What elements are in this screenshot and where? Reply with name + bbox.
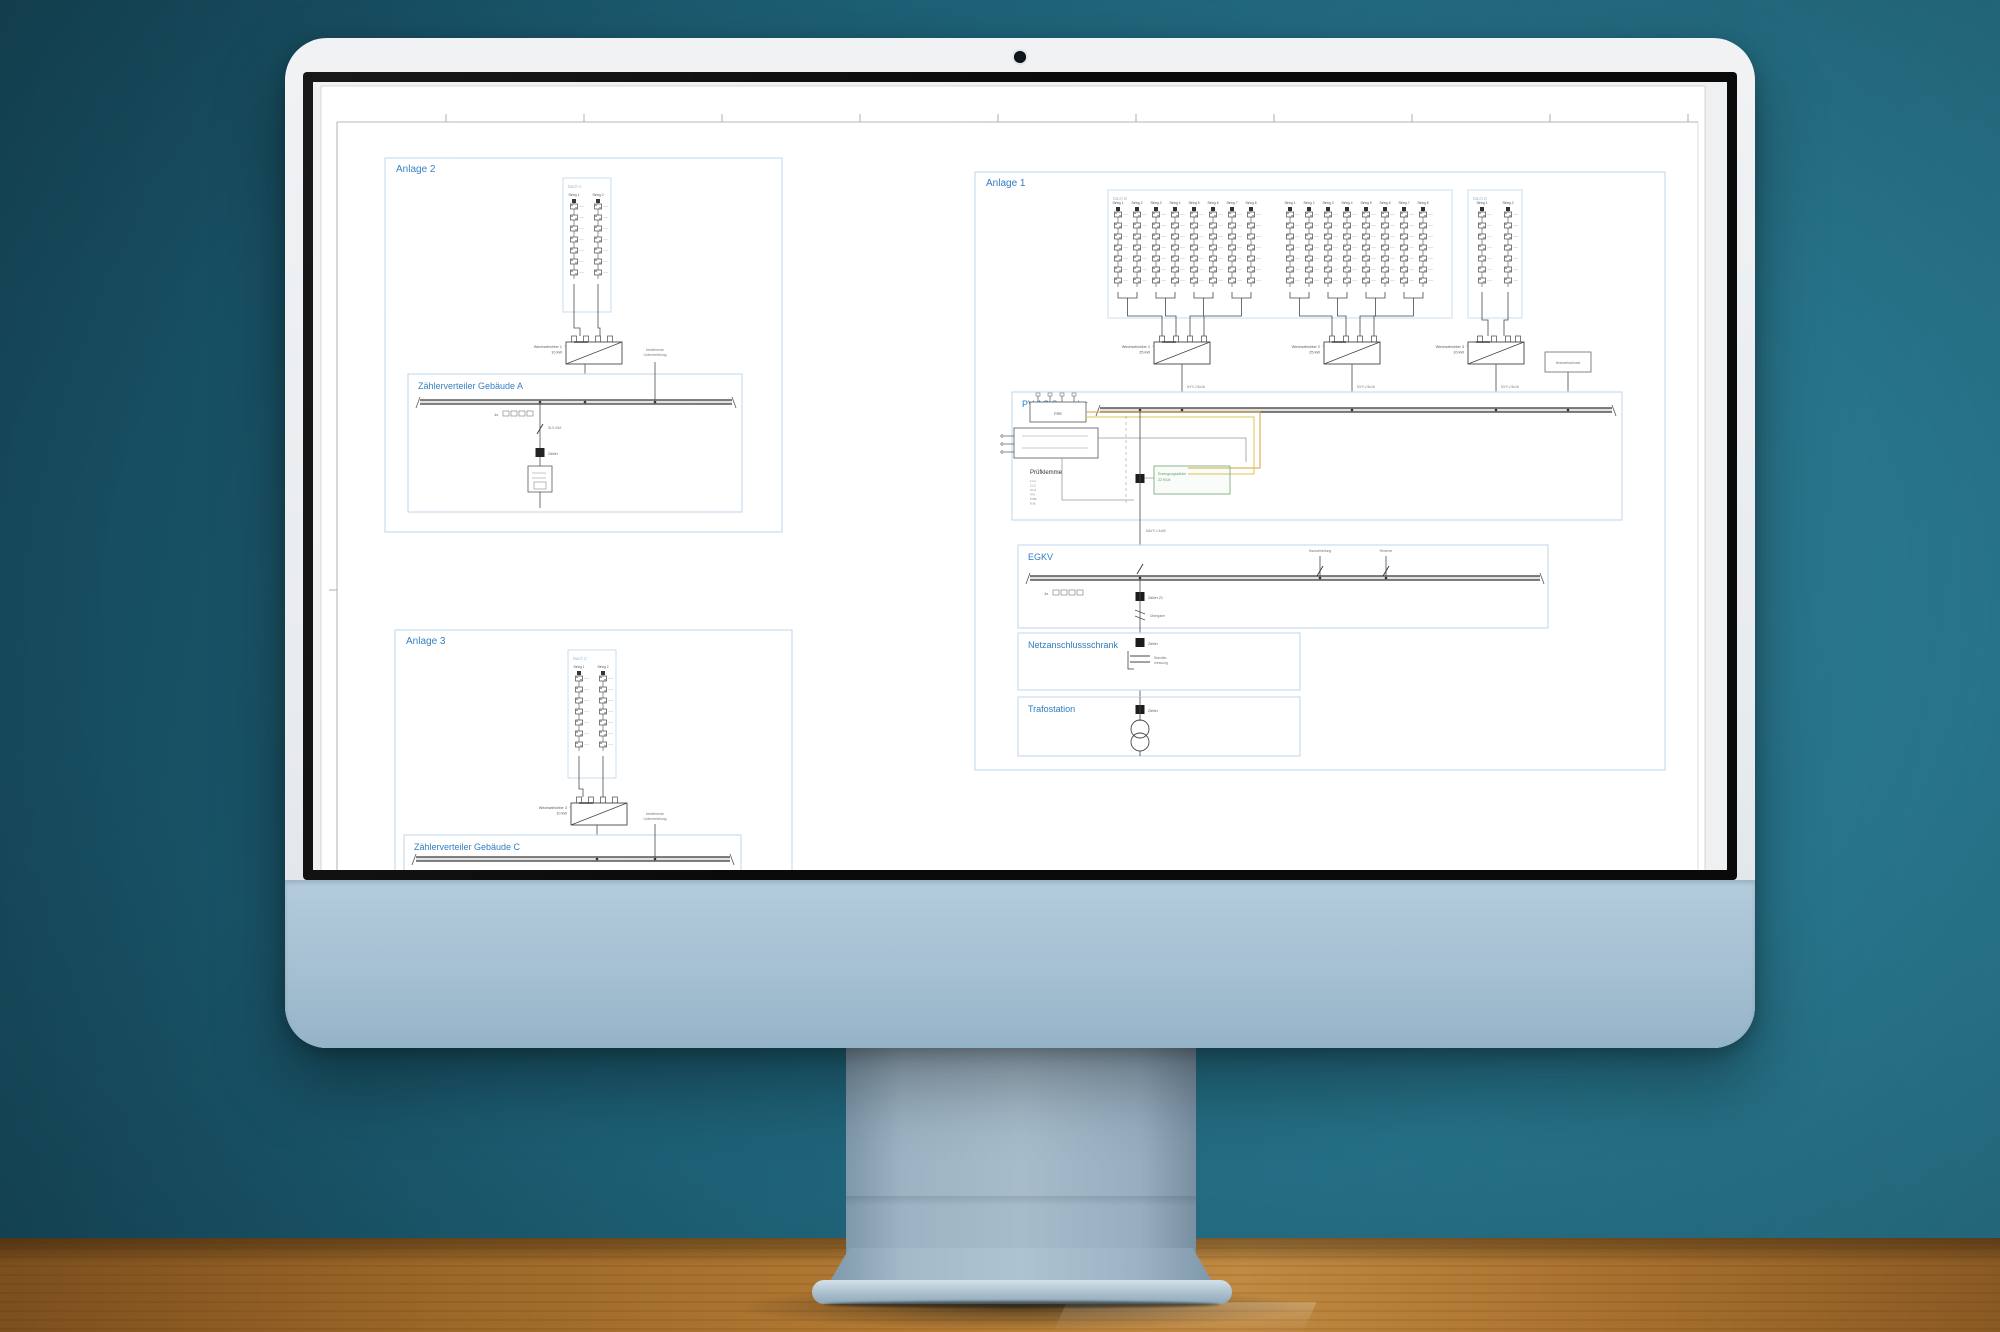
cable-label: NYY-J 5x16 [1501, 385, 1519, 389]
inverter-label: Wechselrichter 1 [534, 345, 562, 349]
svg-text:1x: 1x [1044, 591, 1048, 596]
inverter-label: 10 kW [556, 812, 567, 816]
network-box-label: Netzwerkschrank [1556, 361, 1581, 365]
ct-label: Wandler- [1154, 656, 1168, 660]
cad-application-window: Anlage 2 Dach A String 1 String 2 Wechselric… [313, 82, 1727, 870]
network-box: Netzwerkschrank [1545, 352, 1591, 372]
panel-egkv: EGKV 1x Hausverteilung Reserve Zähler Z1 Über… [1018, 545, 1548, 628]
svg-text:1x: 1x [494, 412, 498, 417]
panel-title: Zählerverteiler Gebäude A [418, 381, 523, 391]
schematic-canvas[interactable]: Anlage 2 Dach A String 1 String 2 Wechselric… [313, 82, 1727, 870]
legend-line: 1 L1 [1030, 479, 1036, 483]
branch-label: bestehende [646, 812, 664, 816]
meter-label: Zähler [1148, 709, 1159, 713]
connector-label: Übergabe [1150, 614, 1165, 618]
legend-line: 4 N [1030, 493, 1035, 497]
legend-line: 2 L2 [1030, 484, 1036, 488]
string-label: String 2 [598, 665, 609, 669]
string-label: String 8 [1418, 201, 1429, 205]
string-label: String 2 [1304, 201, 1315, 205]
cable-label: NAYY-J 4x50 [1146, 529, 1166, 533]
branch-label: Unterverteilung [644, 353, 667, 357]
string-label: String 1 [574, 665, 585, 669]
tap-label: Reserve [1380, 549, 1393, 553]
strings-box-dach-d: Dach DString 1String 2 [1468, 190, 1522, 318]
string-label: String 1 [1477, 201, 1488, 205]
string-label: String 1 [1285, 201, 1296, 205]
meter-label: Zähler Z1 [1148, 596, 1163, 600]
legend-line: 3 L3 [1030, 488, 1036, 492]
string-label: String 5 [1189, 201, 1200, 205]
imac-chin [285, 880, 1755, 1048]
green-label-box: Erzeugungszähler Z2 RLM [1154, 466, 1230, 494]
tap-label: Hausverteilung [1309, 549, 1332, 553]
group-title: Anlage 1 [986, 178, 1026, 189]
panel-title: EGKV [1028, 552, 1053, 562]
branch-label: bestehende [646, 348, 664, 352]
webcam-icon [1014, 51, 1026, 63]
inverter-label: Wechselrichter 3 [539, 806, 567, 810]
branch-label: Unterverteilung [644, 817, 667, 821]
inverter-label: 10 kW [1453, 351, 1464, 355]
scene: Anlage 2 Dach A String 1 String 2 Wechselric… [0, 0, 2000, 1332]
inverter-label: Wechselrichter 1 [1122, 345, 1150, 349]
inverter-label: Wechselrichter 2 [1292, 345, 1320, 349]
cable-label: NYY-J 5x16 [1357, 385, 1375, 389]
strings-box-dach-c: Dach C String 1 String 2 [568, 650, 616, 778]
panel-title: Trafostation [1028, 704, 1075, 714]
control-box [1001, 428, 1098, 458]
inverter-label: 10 kW [551, 351, 562, 355]
string-label: String 5 [1361, 201, 1372, 205]
string-label: String 4 [1342, 201, 1353, 205]
legend-line: 5 PE [1030, 497, 1037, 501]
imac-stand-neck [846, 1046, 1196, 1262]
switch-label: SLS 63A [548, 426, 562, 430]
panel-title: Zählerverteiler Gebäude C [414, 842, 521, 852]
inverter-label: 25 kW [1139, 351, 1150, 355]
green-label: Z2 RLM [1158, 478, 1171, 482]
strings-box-dach-b: Dach BString 1String 2String 3String 4St… [1108, 190, 1452, 318]
ct-label: messung [1154, 661, 1168, 665]
string-label: String 3 [1323, 201, 1334, 205]
receiver-label: FRE [1054, 411, 1062, 416]
string-label: String 1 [1113, 201, 1124, 205]
group-title: Anlage 3 [406, 636, 446, 647]
string-label: String 1 [569, 193, 580, 197]
panel-pv-ac-sammler: PV-AC SammlerFREPrüfklemme1 L12 L23 L34 … [1001, 392, 1622, 520]
green-label: Erzeugungszähler [1158, 472, 1187, 476]
drawing-sheet: Anlage 2 Dach A String 1 String 2 Wechselric… [321, 86, 1705, 870]
string-label: String 3 [1151, 201, 1162, 205]
group-title: Anlage 2 [396, 164, 436, 175]
meter-label: Zähler [1148, 642, 1159, 646]
string-label: String 7 [1399, 201, 1410, 205]
roof-label: Dach A [568, 184, 582, 189]
roof-label: Dach C [573, 656, 587, 661]
string-label: String 8 [1246, 201, 1257, 205]
panel-netzanschluss: Netzanschlussschrank Zähler Wandler-messun… [1018, 633, 1300, 690]
cable-label: NYY-J 5x16 [1187, 385, 1205, 389]
meter-label: Zähler [548, 452, 559, 456]
string-label: String 4 [1170, 201, 1181, 205]
strings-box-dach-a: Dach A String 1 String 2 [563, 178, 611, 312]
string-label: String 2 [593, 193, 604, 197]
panel-title: Netzanschlussschrank [1028, 640, 1119, 650]
string-label: String 6 [1208, 201, 1219, 205]
inverter-label: Wechselrichter 3 [1436, 345, 1464, 349]
inverter-label: 25 kW [1309, 351, 1320, 355]
meter-cabinet [528, 466, 552, 492]
string-label: String 6 [1380, 201, 1391, 205]
legend-line: 6 St [1030, 502, 1036, 506]
string-label: String 2 [1503, 201, 1514, 205]
string-label: String 7 [1227, 201, 1238, 205]
panel-trafostation: Trafostation Zähler [1018, 697, 1300, 756]
pruefklemme-label: Prüfklemme [1030, 470, 1063, 476]
imac-stand-base-shadow [824, 1301, 1220, 1308]
string-label: String 2 [1132, 201, 1143, 205]
